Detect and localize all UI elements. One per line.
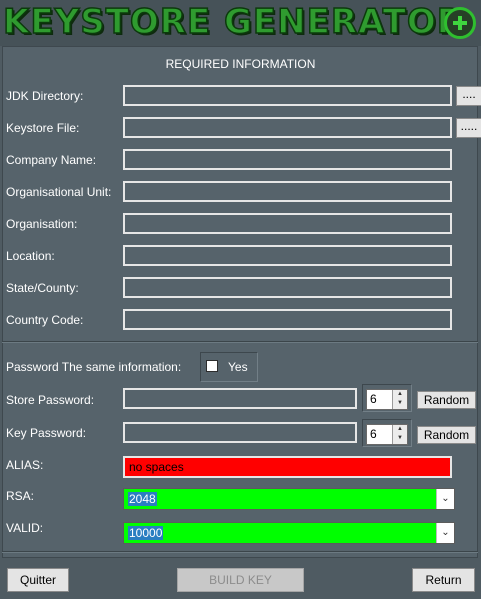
alias-label: ALIAS: — [6, 458, 44, 472]
store-length-value: 6 — [370, 392, 377, 406]
organisation-label: Organisation: — [6, 217, 78, 231]
rsa-label: RSA: — [6, 489, 35, 503]
store-password-label: Store Password: — [6, 393, 95, 407]
section-divider — [2, 341, 478, 343]
password-same-yes-label: Yes — [228, 360, 248, 374]
rsa-select[interactable]: 2048 ⌄ — [123, 488, 455, 510]
chevron-down-icon[interactable]: ⌄ — [436, 489, 454, 509]
key-password-input[interactable] — [123, 422, 357, 443]
store-random-button[interactable]: Random — [417, 391, 476, 409]
valid-label: VALID: — [6, 521, 44, 535]
location-label: Location: — [6, 249, 55, 263]
key-length-stepper[interactable]: 6 ▲ ▼ — [366, 424, 408, 445]
jdk-directory-label: JDK Directory: — [6, 89, 84, 103]
app-title: KEYSTORE GENERATOR — [2, 1, 464, 43]
rsa-value: 2048 — [128, 492, 157, 506]
section-title: REQUIRED INFORMATION — [165, 57, 316, 71]
company-name-label: Company Name: — [6, 153, 97, 167]
valid-value: 10000 — [128, 526, 164, 540]
footer-divider — [2, 551, 478, 553]
location-input[interactable] — [123, 245, 452, 266]
password-same-label: Password The same information: — [6, 360, 182, 374]
password-same-checkbox[interactable] — [206, 360, 218, 372]
jdk-directory-input[interactable] — [123, 85, 452, 106]
key-length-value: 6 — [370, 427, 377, 441]
country-code-input[interactable] — [123, 309, 452, 330]
organisation-input[interactable] — [123, 213, 452, 234]
jdk-browse-button[interactable]: .... — [456, 86, 481, 106]
store-password-input[interactable] — [123, 388, 357, 409]
return-button[interactable]: Return — [412, 568, 475, 592]
keystore-browse-button[interactable]: ..... — [456, 118, 481, 138]
country-code-label: Country Code: — [6, 313, 84, 327]
organisational-unit-input[interactable] — [123, 181, 452, 202]
key-password-label: Key Password: — [6, 426, 87, 440]
alias-input[interactable]: no spaces — [123, 456, 452, 478]
keystore-file-label: Keystore File: — [6, 121, 80, 135]
key-random-button[interactable]: Random — [417, 426, 476, 444]
build-key-button[interactable]: BUILD KEY — [177, 568, 304, 592]
company-name-input[interactable] — [123, 149, 452, 170]
store-length-stepper[interactable]: 6 ▲ ▼ — [366, 389, 408, 410]
plus-circle-icon[interactable] — [444, 7, 476, 39]
organisational-unit-label: Organisational Unit: — [6, 185, 112, 199]
state-county-label: State/County: — [6, 281, 79, 295]
chevron-down-icon[interactable]: ▼ — [392, 399, 407, 409]
keystore-file-input[interactable] — [123, 117, 452, 138]
quit-button[interactable]: Quitter — [7, 568, 69, 592]
valid-select[interactable]: 10000 ⌄ — [123, 522, 455, 544]
app-header: KEYSTORE GENERATOR — [0, 0, 481, 46]
state-county-input[interactable] — [123, 277, 452, 298]
chevron-down-icon[interactable]: ▼ — [392, 434, 407, 444]
chevron-down-icon[interactable]: ⌄ — [436, 523, 454, 543]
